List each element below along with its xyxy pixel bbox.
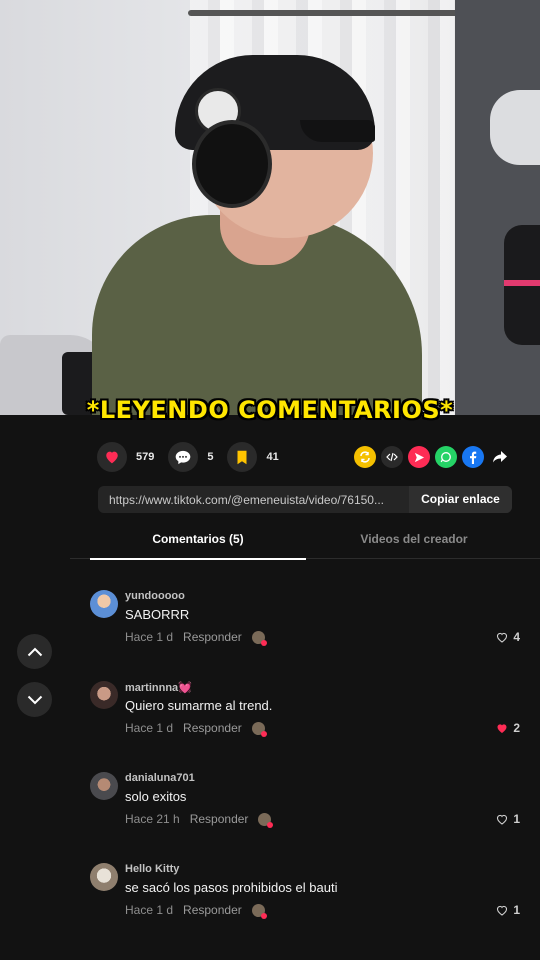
comment-like-button[interactable]: 4 [496,630,520,644]
embed-icon[interactable] [381,446,403,468]
video-link-url[interactable]: https://www.tiktok.com/@emeneuista/video… [98,493,409,507]
comment-text: solo exitos [125,789,187,804]
video-player[interactable] [0,0,540,415]
creator-liked-avatar [251,721,267,737]
chevron-down-icon [27,695,42,704]
heart-outline-icon [497,905,508,916]
microphone-ring [504,280,540,286]
comment-like-button[interactable]: 1 [496,812,520,826]
cap-brim [300,120,375,142]
like-action[interactable]: 579 [97,442,154,472]
comment-username[interactable]: Hello Kitty [125,863,179,875]
plush-toy [490,90,540,165]
comment-text: Quiero sumarme al trend. [125,698,273,713]
whatsapp-icon[interactable] [435,446,457,468]
comment-meta: Hace 1 d Responder [125,630,267,646]
headphones [192,120,272,208]
share-bar [354,446,516,468]
creator-liked-avatar [251,903,267,919]
heart-filled-icon [497,723,507,733]
comment-time: Hace 1 d [125,721,174,735]
avatar[interactable] [90,863,118,891]
comment-like-button[interactable]: 1 [496,903,520,917]
reply-button[interactable]: Responder [183,721,242,735]
wall [455,0,540,415]
comment-like-count: 2 [513,721,520,735]
comment-time: Hace 1 d [125,903,174,917]
avatar[interactable] [90,772,118,800]
send-icon[interactable] [408,446,430,468]
comment-username[interactable]: martinnna💓 [125,681,192,694]
comment-time: Hace 1 d [125,630,174,644]
comment-meta: Hace 1 d Responder [125,721,267,737]
comment-like-button[interactable]: 2 [496,721,520,735]
creator-liked-avatar [258,812,274,828]
curtain-rod [188,10,488,16]
avatar[interactable] [90,590,118,618]
action-bar: 579 5 41 [97,440,293,474]
creator-liked-avatar [251,630,267,646]
reply-button[interactable]: Responder [183,630,242,644]
comment-time: Hace 21 h [125,812,180,826]
comment-like-count: 1 [513,903,520,917]
next-video-button[interactable] [17,682,52,717]
save-count: 41 [266,451,279,463]
share-arrow-icon[interactable] [489,446,511,468]
reply-button[interactable]: Responder [183,903,242,917]
comment-text: se sacó los pasos prohibidos el bauti [125,880,338,895]
comment-username[interactable]: danialuna701 [125,772,195,784]
tab-creator-videos[interactable]: Videos del creador [306,522,522,558]
save-action[interactable]: 41 [227,442,279,472]
avatar[interactable] [90,681,118,709]
heart-outline-icon [497,632,508,643]
heart-outline-icon [497,814,508,825]
comment-count: 5 [207,451,214,463]
previous-video-button[interactable] [17,634,52,669]
comment-action[interactable]: 5 [168,442,213,472]
video-link-box: https://www.tiktok.com/@emeneuista/video… [98,486,512,513]
tab-comments[interactable]: Comentarios (5) [90,522,306,560]
facebook-icon[interactable] [462,446,484,468]
comment-username[interactable]: yundooooo [125,590,185,602]
reply-button[interactable]: Responder [190,812,249,826]
copy-link-button[interactable]: Copiar enlace [409,486,512,513]
like-count: 579 [136,451,155,463]
comment-meta: Hace 21 h Responder [125,812,274,828]
repost-icon[interactable] [354,446,376,468]
comment-meta: Hace 1 d Responder [125,903,267,919]
comment-like-count: 1 [513,812,520,826]
comment-bubble-icon[interactable] [168,442,199,472]
chevron-up-icon [27,647,42,656]
heart-icon[interactable] [97,442,127,472]
tab-bar: Comentarios (5) Videos del creador [70,522,540,560]
comment-like-count: 4 [513,630,520,644]
video-overlay-title: *LEYENDO COMENTARIOS* [86,396,454,424]
bookmark-icon[interactable] [227,442,258,472]
comment-text: SABORRR [125,607,190,622]
